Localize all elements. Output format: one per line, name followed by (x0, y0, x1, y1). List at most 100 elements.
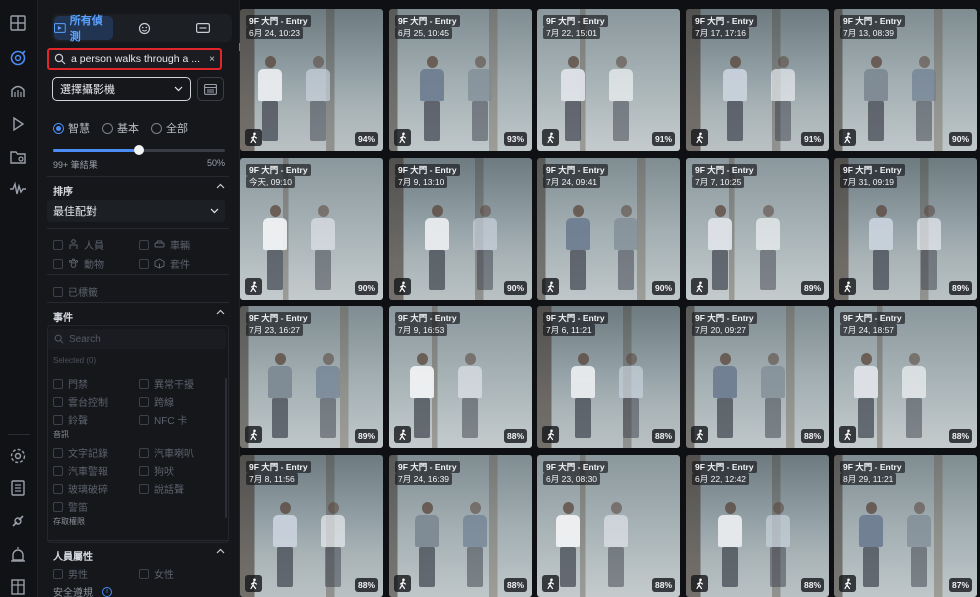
result-tile[interactable]: 9F 大門 - Entry 7月 7, 10:25 89% (686, 158, 829, 300)
result-tile[interactable]: 9F 大門 - Entry 7月 9, 13:10 90% (389, 158, 532, 300)
events-search[interactable]: Search (48, 329, 226, 349)
attributes-header[interactable]: 人員屬性 (53, 548, 225, 563)
search-input[interactable] (71, 53, 208, 65)
checkbox-event[interactable]: 異常干擾 (139, 376, 194, 391)
result-tile[interactable]: 9F 大門 - Entry 7月 20, 09:27 88% (686, 306, 829, 448)
checkbox-audio[interactable]: 玻璃破碎 (53, 481, 108, 496)
events-header[interactable]: 事件 (53, 309, 225, 324)
clear-search-button[interactable]: × (209, 54, 215, 65)
camera-name: 9F 大門 - Entry (692, 461, 757, 473)
play-icon[interactable] (8, 114, 28, 134)
sort-select[interactable]: 最佳配對 (47, 200, 225, 222)
checkbox-box (139, 447, 149, 458)
radio-smart[interactable]: 智慧 (53, 120, 90, 136)
grid-icon[interactable] (8, 13, 28, 33)
timestamp: 7月 20, 09:27 (692, 324, 750, 336)
result-tile[interactable]: 9F 大門 - Entry 7月 6, 11:21 88% (537, 306, 680, 448)
result-tile[interactable]: 9F 大門 - Entry 7月 8, 11:56 88% (240, 455, 383, 597)
list-icon[interactable] (8, 478, 28, 498)
result-tile[interactable]: 9F 大門 - Entry 6月 25, 10:45 93% (389, 9, 532, 151)
folder-video-icon[interactable] (8, 147, 28, 167)
map-icon[interactable] (8, 81, 28, 101)
checkbox-vehicle[interactable]: 車輛 (139, 237, 190, 252)
waveform-icon[interactable] (8, 179, 28, 199)
person-figure (473, 205, 497, 290)
result-tile[interactable]: 9F 大門 - Entry 7月 22, 15:01 91% (537, 9, 680, 151)
app-root: 所有偵測 × 選擇攝影機 智慧 基本 全部 (0, 0, 980, 597)
divider (47, 176, 229, 177)
divider (47, 302, 229, 303)
ai-search-icon[interactable] (8, 48, 28, 68)
timestamp: 7月 13, 08:39 (840, 27, 898, 39)
walking-person-icon (839, 278, 856, 295)
checkbox-audio[interactable]: 警笛 (53, 499, 88, 514)
checkbox-audio[interactable]: 說話聲 (139, 481, 184, 496)
checkbox-audio[interactable]: 文字記錄 (53, 445, 108, 460)
result-tile[interactable]: 9F 大門 - Entry 7月 24, 16:39 88% (389, 455, 532, 597)
plugin-icon[interactable] (8, 511, 28, 531)
checkbox-person[interactable]: 人員 (53, 237, 104, 252)
walking-person-icon (394, 129, 411, 146)
audio-label: 狗吠 (154, 467, 174, 478)
events-scrollbar[interactable] (225, 378, 227, 518)
radio-all[interactable]: 全部 (151, 120, 188, 136)
slider-knob[interactable] (134, 145, 144, 155)
radio-basic[interactable]: 基本 (102, 120, 139, 136)
timestamp: 7月 9, 13:10 (395, 176, 448, 188)
checkbox-female[interactable]: 女性 (139, 566, 174, 581)
checkbox-audio[interactable]: 汽車警報 (53, 463, 108, 478)
person-figure (263, 205, 287, 290)
divider (47, 274, 229, 275)
building-icon[interactable] (8, 576, 28, 596)
camera-select[interactable]: 選擇攝影機 (52, 77, 191, 101)
checkbox-box (139, 396, 149, 407)
checkbox-tagged[interactable]: 已標籤 (53, 284, 98, 299)
result-tile[interactable]: 9F 大門 - Entry 7月 24, 18:57 88% (834, 306, 977, 448)
result-tile[interactable]: 9F 大門 - Entry 7月 31, 09:19 89% (834, 158, 977, 300)
settings-icon[interactable] (8, 446, 28, 466)
walking-person-icon (542, 575, 559, 592)
walking-person-icon (691, 426, 708, 443)
result-tile[interactable]: 9F 大門 - Entry 7月 17, 17:16 91% (686, 9, 829, 151)
events-title: 事件 (53, 313, 73, 324)
mode-face[interactable] (115, 14, 174, 42)
result-tile[interactable]: 9F 大門 - Entry 8月 29, 11:21 87% (834, 455, 977, 597)
result-tile[interactable]: 9F 大門 - Entry 今天, 09:10 90% (240, 158, 383, 300)
threshold-slider[interactable] (53, 145, 225, 155)
info-icon[interactable]: i (102, 586, 112, 597)
person-figure (761, 353, 785, 438)
alarm-icon[interactable] (8, 545, 28, 565)
checkbox-package[interactable]: 套件 (139, 256, 190, 271)
result-tile[interactable]: 9F 大門 - Entry 7月 9, 16:53 88% (389, 306, 532, 448)
checkbox-event[interactable]: 跨線 (139, 394, 174, 409)
walking-person-icon (839, 575, 856, 592)
audio-label: 警笛 (68, 503, 88, 514)
result-tile[interactable]: 9F 大門 - Entry 7月 23, 16:27 89% (240, 306, 383, 448)
checkbox-event[interactable]: 雲台控制 (53, 394, 108, 409)
result-tile[interactable]: 9F 大門 - Entry 7月 24, 09:41 90% (537, 158, 680, 300)
checkbox-animal[interactable]: 動物 (53, 256, 104, 271)
walking-person-icon (245, 575, 262, 592)
checkbox-event[interactable]: NFC 卡 (139, 412, 187, 427)
checkbox-male[interactable]: 男性 (53, 566, 88, 581)
checkbox-audio[interactable]: 汽車喇叭 (139, 445, 194, 460)
person-figure (604, 502, 628, 587)
mode-license-plate[interactable] (173, 14, 232, 42)
calendar-icon (204, 83, 217, 95)
checkbox-audio[interactable]: 狗吠 (139, 463, 174, 478)
result-tile[interactable]: 9F 大門 - Entry 7月 13, 08:39 90% (834, 9, 977, 151)
result-tile[interactable]: 9F 大門 - Entry 6月 22, 12:42 88% (686, 455, 829, 597)
mode-all-detections[interactable]: 所有偵測 (54, 15, 113, 43)
radio-all-label: 全部 (166, 123, 188, 135)
result-tile[interactable]: 9F 大門 - Entry 6月 23, 08:30 88% (537, 455, 680, 597)
calendar-button[interactable] (197, 77, 224, 101)
checkbox-box (139, 483, 149, 494)
result-tile[interactable]: 9F 大門 - Entry 6月 24, 10:23 94% (240, 9, 383, 151)
sort-header[interactable]: 排序 (53, 183, 225, 198)
checkbox-box (139, 465, 149, 476)
checkbox-event[interactable]: 鈴聲 (53, 412, 88, 427)
slider-fill (53, 149, 139, 152)
person-figure (561, 56, 585, 141)
checkbox-event[interactable]: 門禁 (53, 376, 88, 391)
person-figure (723, 56, 747, 141)
